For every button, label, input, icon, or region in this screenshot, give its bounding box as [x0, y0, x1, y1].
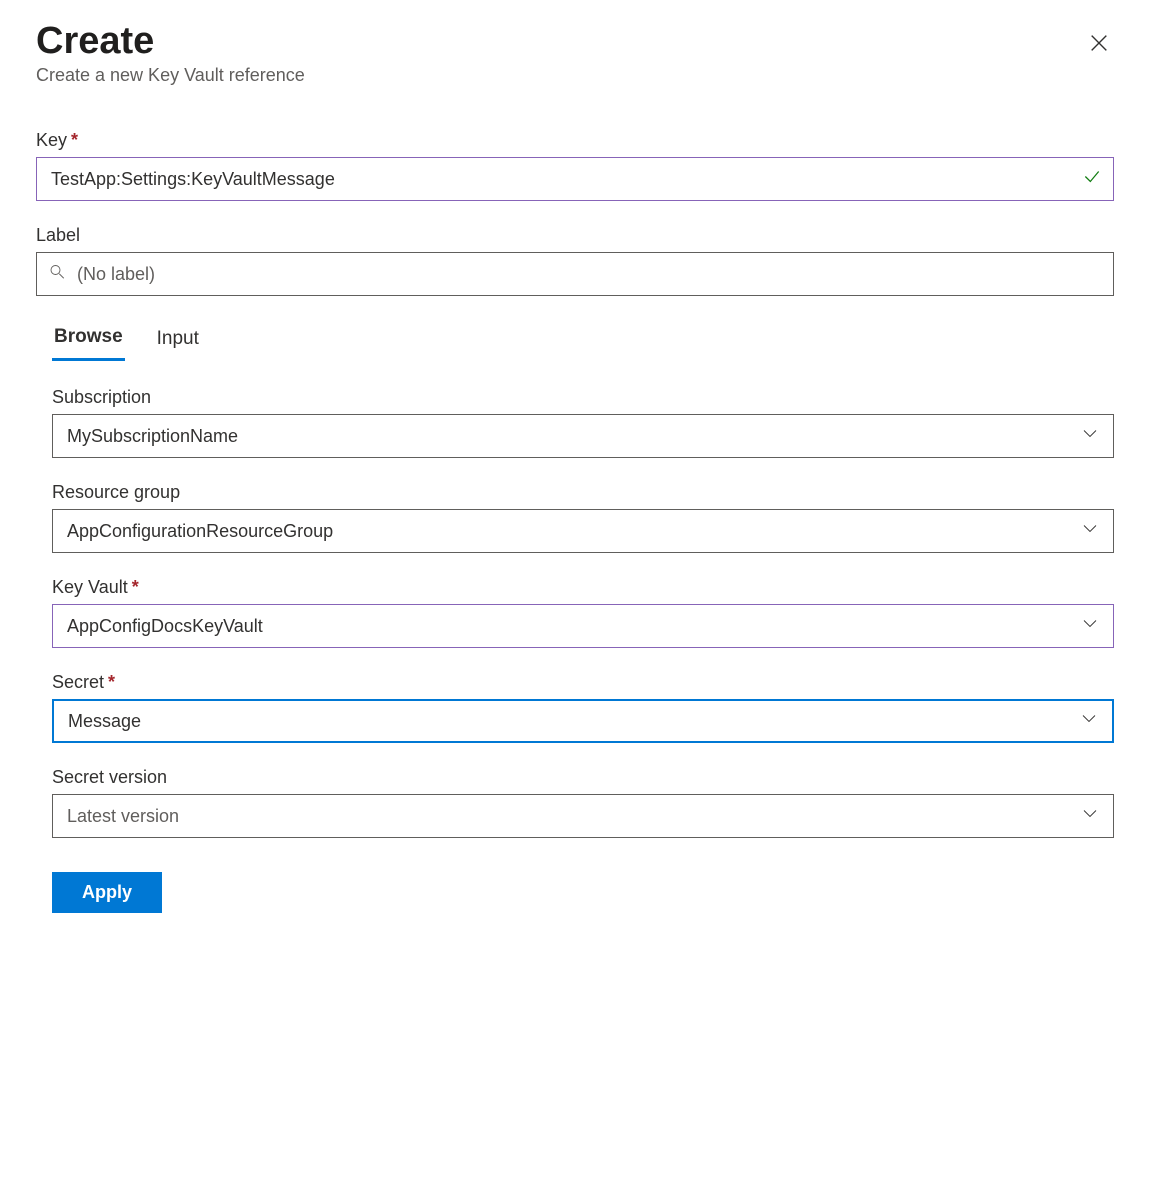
resource-group-select[interactable]: AppConfigurationResourceGroup — [52, 509, 1114, 553]
chevron-down-icon — [1081, 805, 1099, 828]
search-icon — [48, 263, 66, 286]
secret-version-select[interactable]: Latest version — [52, 794, 1114, 838]
secret-label: Secret — [52, 672, 104, 693]
key-input[interactable] — [36, 157, 1114, 201]
key-vault-select[interactable]: AppConfigDocsKeyVault — [52, 604, 1114, 648]
tab-browse[interactable]: Browse — [52, 320, 125, 361]
required-indicator: * — [71, 130, 78, 151]
required-indicator: * — [132, 577, 139, 598]
subscription-label: Subscription — [52, 387, 151, 408]
resource-group-value: AppConfigurationResourceGroup — [67, 521, 333, 542]
tab-input[interactable]: Input — [155, 320, 201, 361]
chevron-down-icon — [1081, 615, 1099, 638]
close-button[interactable] — [1084, 28, 1114, 61]
key-label: Key — [36, 130, 67, 151]
secret-version-value: Latest version — [67, 806, 179, 827]
chevron-down-icon — [1081, 520, 1099, 543]
close-icon — [1088, 42, 1110, 57]
label-label: Label — [36, 225, 80, 246]
tab-bar: Browse Input — [36, 320, 1114, 361]
secret-select[interactable]: Message — [52, 699, 1114, 743]
secret-version-label: Secret version — [52, 767, 167, 788]
chevron-down-icon — [1081, 425, 1099, 448]
apply-button[interactable]: Apply — [52, 872, 162, 913]
resource-group-label: Resource group — [52, 482, 180, 503]
check-icon — [1082, 167, 1102, 192]
subscription-value: MySubscriptionName — [67, 426, 238, 447]
page-subtitle: Create a new Key Vault reference — [36, 65, 305, 86]
key-vault-label: Key Vault — [52, 577, 128, 598]
page-title: Create — [36, 20, 305, 63]
chevron-down-icon — [1080, 710, 1098, 733]
subscription-select[interactable]: MySubscriptionName — [52, 414, 1114, 458]
required-indicator: * — [108, 672, 115, 693]
label-input[interactable] — [36, 252, 1114, 296]
key-vault-value: AppConfigDocsKeyVault — [67, 616, 263, 637]
secret-value: Message — [68, 711, 141, 732]
